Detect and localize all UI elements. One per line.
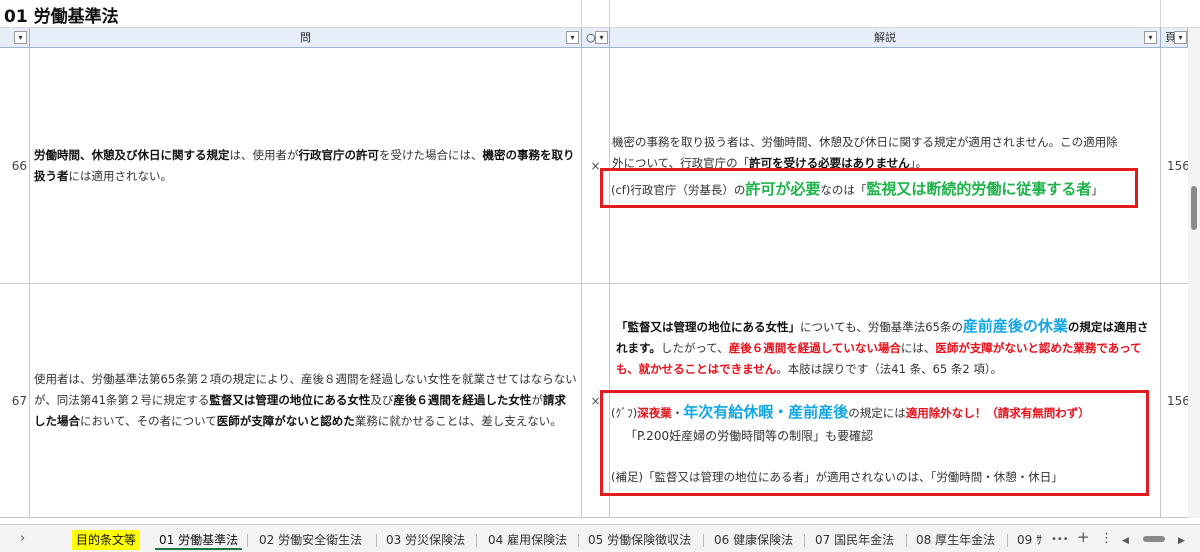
header-question-label: 問 bbox=[300, 31, 311, 44]
column-divider bbox=[609, 0, 610, 28]
scroll-left-icon[interactable]: ◀ bbox=[1122, 532, 1129, 550]
column-divider bbox=[1160, 0, 1161, 28]
question-cell[interactable]: 労働時間、休憩及び休日に関する規定は、使用者が行政官庁の許可を受けた場合には、機… bbox=[30, 48, 582, 283]
tab-separator bbox=[578, 534, 579, 547]
tab-separator bbox=[247, 534, 248, 547]
filter-dropdown-icon[interactable]: ▾ bbox=[595, 31, 608, 44]
tab-separator bbox=[1007, 534, 1008, 547]
question-text: 労働時間、休憩及び休日に関する規定は、使用者が行政官庁の許可を受けた場合には、機… bbox=[34, 147, 575, 183]
header-question: 問 ▾ bbox=[30, 28, 582, 48]
question-cell[interactable]: 使用者は、労働基準法第65条第２項の規定により、産後８週間を経過しない女性を就業… bbox=[30, 284, 582, 517]
column-divider bbox=[581, 0, 582, 28]
tab-kosei-nenkin[interactable]: 08 厚生年金法 bbox=[912, 530, 999, 550]
header-explanation: 解説 ▾ bbox=[610, 28, 1161, 48]
tab-kenko[interactable]: 06 健康保険法 bbox=[710, 530, 797, 550]
add-sheet-icon[interactable]: + bbox=[1077, 528, 1090, 546]
sheet-tab-bar: › 目的条文等 01 労働基準法 02 労働安全衛生法 03 労災保険法 04 … bbox=[0, 524, 1200, 552]
page-number: 156 bbox=[1167, 393, 1190, 408]
tab-choshu[interactable]: 05 労働保険徴収法 bbox=[584, 530, 695, 550]
row-number: 66 bbox=[0, 48, 30, 283]
tab-separator bbox=[703, 534, 704, 547]
scroll-right-icon[interactable]: ▶ bbox=[1178, 532, 1185, 550]
filter-dropdown-icon[interactable]: ▾ bbox=[1174, 31, 1187, 44]
scrollbar-thumb[interactable] bbox=[1191, 186, 1197, 230]
tab-separator bbox=[906, 534, 907, 547]
tab-separator bbox=[804, 534, 805, 547]
header-number: ▾ bbox=[0, 28, 30, 48]
sheet-title: 01 労働基準法 bbox=[4, 7, 119, 27]
explanation-cell[interactable]: 「監督又は管理の地位にある女性」についても、労働基準法65条の産前産後の休業の規… bbox=[600, 284, 1161, 517]
table-row[interactable]: 66 労働時間、休憩及び休日に関する規定は、使用者が行政官庁の許可を受けた場合に… bbox=[0, 48, 1190, 284]
answer-mark: × bbox=[582, 48, 610, 283]
header-mark: ○ ▾ bbox=[582, 28, 610, 48]
filter-dropdown-icon[interactable]: ▾ bbox=[14, 31, 27, 44]
header-page: 頁 ▾ bbox=[1161, 28, 1188, 48]
emphasis-box: (cf)行政官庁（労基長）の許可が必要なのは「監視又は断続的労働に従事する者」 bbox=[600, 168, 1138, 208]
filter-dropdown-icon[interactable]: ▾ bbox=[1144, 31, 1157, 44]
table-row[interactable]: 67 使用者は、労働基準法第65条第２項の規定により、産後８週間を経過しない女性… bbox=[0, 284, 1190, 518]
tab-separator bbox=[476, 534, 477, 547]
row-number: 67 bbox=[0, 284, 30, 517]
more-tabs-icon[interactable]: ••• bbox=[1051, 531, 1069, 549]
page-number: 156 bbox=[1167, 158, 1190, 173]
tab-koyo[interactable]: 04 雇用保険法 bbox=[484, 530, 571, 550]
explanation-cell[interactable]: 機密の事務を取り扱う者は、労働時間、休憩及び休日に関する規定が適用されません。こ… bbox=[600, 48, 1161, 283]
tab-anzen-eisei[interactable]: 02 労働安全衛生法 bbox=[255, 530, 366, 550]
question-text: 使用者は、労働基準法第65条第２項の規定により、産後８週間を経過しない女性を就業… bbox=[34, 372, 577, 428]
header-explanation-label: 解説 bbox=[874, 31, 896, 44]
tab-kokumin-nenkin[interactable]: 07 国民年金法 bbox=[811, 530, 898, 550]
tab-09[interactable]: 09 ｻ bbox=[1013, 530, 1051, 550]
tab-nav-icon[interactable]: › bbox=[20, 530, 25, 548]
filter-dropdown-icon[interactable]: ▾ bbox=[566, 31, 579, 44]
title-row: 01 労働基準法 bbox=[0, 0, 1200, 28]
emphasis-box: (ｸﾞﾌ)深夜業・年次有給休暇・産前産後の規定には適用除外なし！（請求有無問わず… bbox=[600, 390, 1149, 496]
tab-rodo-kijun[interactable]: 01 労働基準法 bbox=[155, 530, 243, 550]
horizontal-scrollbar-thumb[interactable] bbox=[1143, 536, 1165, 542]
tab-menu-icon[interactable]: ⋮ bbox=[1100, 530, 1113, 548]
vertical-scrollbar[interactable] bbox=[1188, 28, 1200, 518]
tab-rosai[interactable]: 03 労災保険法 bbox=[382, 530, 469, 550]
tab-mokuteki[interactable]: 目的条文等 bbox=[72, 530, 141, 550]
table-header-row: ▾ 問 ▾ ○ ▾ 解説 ▾ 頁 ▾ bbox=[0, 28, 1188, 48]
explanation-text: 「監督又は管理の地位にある女性」についても、労働基準法65条の産前産後の休業の規… bbox=[616, 317, 1149, 376]
tab-separator bbox=[376, 534, 377, 547]
